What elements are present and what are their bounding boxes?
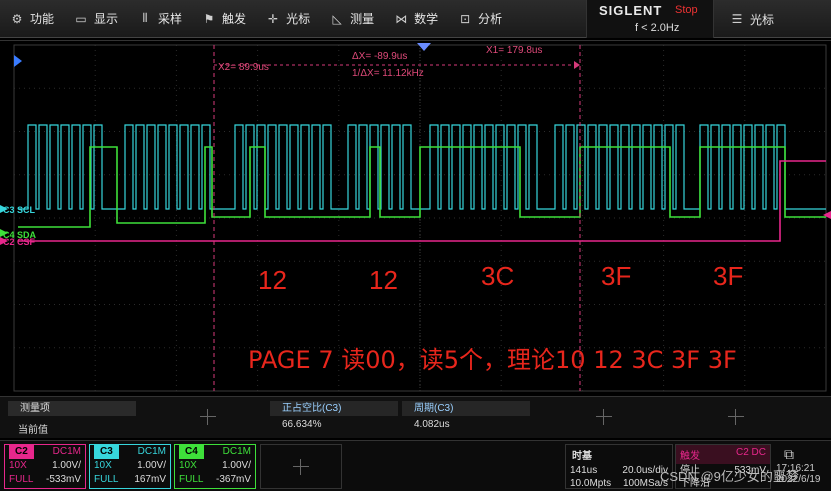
menu-function-label: 功能 bbox=[30, 12, 55, 26]
c4-tag: C4 bbox=[179, 445, 204, 459]
c3-tag: C3 bbox=[94, 445, 119, 459]
menu-measure[interactable]: ◺ 测量 bbox=[320, 0, 384, 38]
cursor-x1-readout: X1= 179.8us bbox=[486, 45, 543, 56]
add-measure-icon[interactable] bbox=[596, 409, 612, 425]
menu-cursor[interactable]: ✛ 光标 bbox=[256, 0, 320, 38]
c2-probe: 10X bbox=[9, 460, 27, 471]
measure-icon: ◺ bbox=[332, 11, 342, 26]
c4-offset: -367mV bbox=[215, 474, 251, 485]
waveform-screen[interactable]: X2= 89.9us X1= 179.8us ΔX= -89.9us 1/ΔX=… bbox=[0, 40, 831, 394]
list-icon: ☰ bbox=[731, 12, 743, 26]
trigger-frequency: f < 2.0Hz bbox=[635, 22, 680, 34]
cursor-x2-readout: X2= 89.9us bbox=[218, 62, 269, 73]
csdn-watermark: CSDN @9亿少女的噩梦 bbox=[660, 469, 799, 484]
c4-probe: 10X bbox=[179, 460, 197, 471]
menu-cursor-right[interactable]: ☰ 光标 bbox=[720, 0, 784, 38]
add-channel-icon[interactable] bbox=[293, 459, 309, 475]
c4-coupling: DC1M bbox=[222, 446, 251, 457]
siglent-logo: SIGLENT bbox=[599, 3, 663, 18]
c2-tag: C2 bbox=[9, 445, 34, 459]
c3-offset: 167mV bbox=[134, 474, 166, 485]
scl-waveform bbox=[18, 124, 826, 210]
c3-bw: FULL bbox=[94, 474, 119, 485]
measure-period-cell[interactable]: 周期(C3) 4.082us bbox=[402, 401, 530, 435]
channel-c4-box[interactable]: C4 DC1M 10X 1.00V/ FULL -367mV bbox=[174, 444, 256, 489]
sda-waveform bbox=[18, 146, 826, 228]
trigger-position-marker bbox=[417, 43, 431, 51]
byte-annotation-3: 3C bbox=[481, 261, 515, 291]
timebase-delay: 141us bbox=[570, 465, 598, 476]
network-icon: ⧉ bbox=[784, 446, 794, 462]
byte-annotation-1: 12 bbox=[258, 265, 287, 295]
left-scroll-marker bbox=[14, 55, 22, 67]
add-measure-icon[interactable] bbox=[728, 409, 744, 425]
c3-scale: 1.00V/ bbox=[137, 460, 166, 471]
timebase-box[interactable]: 时基 141us 20.0us/div 10.0Mpts 100MSa/s bbox=[565, 444, 673, 489]
trigger-label: 触发 bbox=[680, 451, 700, 462]
cursor-icon: ✛ bbox=[268, 11, 279, 26]
measurement-panel: 测量项 当前值 正占空比(C3) 66.634% 周期(C3) 4.082us bbox=[0, 396, 831, 438]
measure-duty-value: 66.634% bbox=[282, 419, 322, 430]
menu-cursor-right-label: 光标 bbox=[750, 12, 775, 27]
cursor-inv-delta-x: 1/ΔX= 11.12kHz bbox=[352, 68, 424, 79]
add-measure-icon[interactable] bbox=[200, 409, 216, 425]
menu-display-label: 显示 bbox=[94, 12, 119, 26]
acquire-icon: ⫴ bbox=[142, 11, 148, 25]
read-note-annotation: PAGE 7 读00，读5个，理论10 12 3C 3F 3F bbox=[248, 346, 737, 374]
menu-acquire[interactable]: ⫴ 采样 bbox=[128, 0, 192, 38]
menu-display[interactable]: ▭ 显示 bbox=[64, 0, 128, 38]
timebase-label: 时基 bbox=[572, 451, 592, 462]
channel-c3-box[interactable]: C3 DC1M 10X 1.00V/ FULL 167mV bbox=[89, 444, 171, 489]
c3-coupling: DC1M bbox=[137, 446, 166, 457]
add-channel-box[interactable] bbox=[260, 444, 342, 489]
menu-math-label: 数学 bbox=[414, 12, 439, 26]
cursor-delta-x: ΔX= -89.9us bbox=[352, 51, 408, 62]
timebase-memory: 10.0Mpts bbox=[570, 478, 612, 489]
measure-period-name: 周期(C3) bbox=[402, 401, 530, 416]
csf-waveform bbox=[18, 160, 826, 242]
menu-acquire-label: 采样 bbox=[158, 12, 183, 26]
measure-period-value: 4.082us bbox=[414, 419, 450, 430]
channel-c2-box[interactable]: C2 DC1M 10X 1.00V/ FULL -533mV bbox=[4, 444, 86, 489]
byte-annotation-4: 3F bbox=[601, 261, 632, 291]
measure-duty-cell[interactable]: 正占空比(C3) 66.634% bbox=[270, 401, 398, 435]
cursor-arrow bbox=[574, 61, 580, 69]
analysis-icon: ⊡ bbox=[460, 11, 471, 26]
trigger-icon: ⚑ bbox=[203, 11, 215, 26]
menu-measure-label: 测量 bbox=[350, 12, 375, 26]
brand-status-panel: SIGLENT Stop f < 2.0Hz bbox=[586, 0, 714, 38]
measure-current-label: 当前值 bbox=[18, 425, 48, 436]
c4-scale: 1.00V/ bbox=[222, 460, 251, 471]
c2-offset: -533mV bbox=[45, 474, 81, 485]
csf-channel-label: C2 CSF bbox=[3, 237, 36, 247]
menu-analysis-label: 分析 bbox=[478, 12, 503, 26]
scl-channel-label: C3 SCL bbox=[3, 205, 36, 215]
c3-probe: 10X bbox=[94, 460, 112, 471]
menu-analysis[interactable]: ⊡ 分析 bbox=[448, 0, 512, 38]
math-icon: ⋈ bbox=[395, 11, 408, 26]
menu-cursor-label: 光标 bbox=[286, 12, 311, 26]
menu-function[interactable]: ⚙ 功能 bbox=[0, 0, 64, 38]
display-icon: ▭ bbox=[75, 11, 87, 26]
run-status[interactable]: Stop bbox=[675, 4, 698, 16]
menu-trigger-label: 触发 bbox=[222, 12, 247, 26]
byte-annotation-2: 12 bbox=[369, 265, 398, 295]
c2-scale: 1.00V/ bbox=[52, 460, 81, 471]
measure-duty-name: 正占空比(C3) bbox=[270, 401, 398, 416]
c4-bw: FULL bbox=[179, 474, 204, 485]
byte-annotation-5: 3F bbox=[713, 261, 744, 291]
trigger-source: C2 DC bbox=[735, 447, 766, 458]
menu-math[interactable]: ⋈ 数学 bbox=[384, 0, 448, 38]
c2-coupling: DC1M bbox=[52, 446, 81, 457]
menu-trigger[interactable]: ⚑ 触发 bbox=[192, 0, 256, 38]
gear-icon: ⚙ bbox=[11, 11, 23, 26]
c2-bw: FULL bbox=[9, 474, 34, 485]
measure-title: 测量项 bbox=[8, 401, 136, 416]
